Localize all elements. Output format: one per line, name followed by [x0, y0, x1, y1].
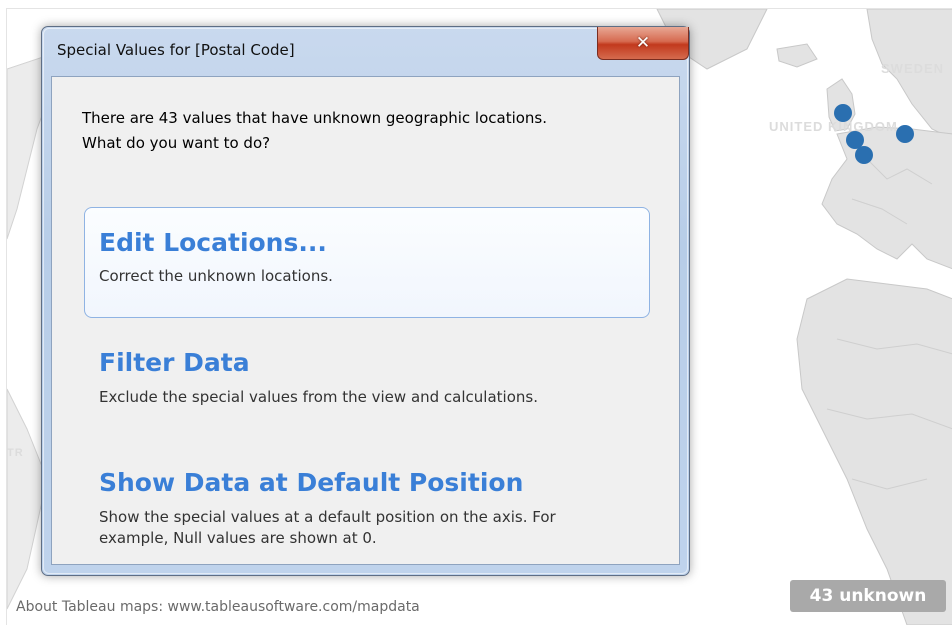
filter-data-description: Exclude the special values from the view… [99, 388, 538, 406]
description-line-2: example, Null values are shown at 0. [99, 529, 377, 547]
edit-locations-title: Edit Locations... [99, 228, 327, 257]
close-icon: ✕ [635, 33, 651, 53]
special-values-dialog: Special Values for [Postal Code] ✕ There… [41, 26, 690, 576]
iceland-shape [776, 43, 818, 68]
filter-data-title: Filter Data [99, 348, 250, 377]
marker-point [896, 125, 914, 143]
marker-point [855, 146, 873, 164]
map-label-left: TR [7, 447, 24, 459]
dialog-content: There are 43 values that have unknown ge… [51, 76, 680, 565]
intro-line-2: What do you want to do? [82, 134, 271, 152]
europe-shape [821, 126, 952, 270]
map-label-sweden: SWEDEN [881, 61, 945, 76]
africa-shape [796, 278, 952, 625]
dialog-title: Special Values for [Postal Code] [57, 41, 295, 59]
close-button[interactable]: ✕ [597, 27, 689, 60]
intro-text: There are 43 values that have unknown ge… [82, 106, 547, 156]
show-default-position-option[interactable]: Show Data at Default Position Show the s… [84, 449, 650, 557]
intro-line-1: There are 43 values that have unknown ge… [82, 109, 548, 127]
description-line-1: Show the special values at a default pos… [99, 508, 556, 526]
edit-locations-option[interactable]: Edit Locations... Correct the unknown lo… [84, 207, 650, 318]
filter-data-option[interactable]: Filter Data Exclude the special values f… [84, 329, 650, 437]
edit-locations-description: Correct the unknown locations. [99, 267, 333, 285]
unknown-values-badge[interactable]: 43 unknown [790, 580, 946, 612]
map-label-uk: UNITED KINGDOM [769, 119, 898, 134]
map-attribution-link[interactable]: About Tableau maps: www.tableausoftware.… [16, 599, 420, 615]
show-default-position-title: Show Data at Default Position [99, 468, 524, 497]
show-default-position-description: Show the special values at a default pos… [99, 507, 619, 549]
